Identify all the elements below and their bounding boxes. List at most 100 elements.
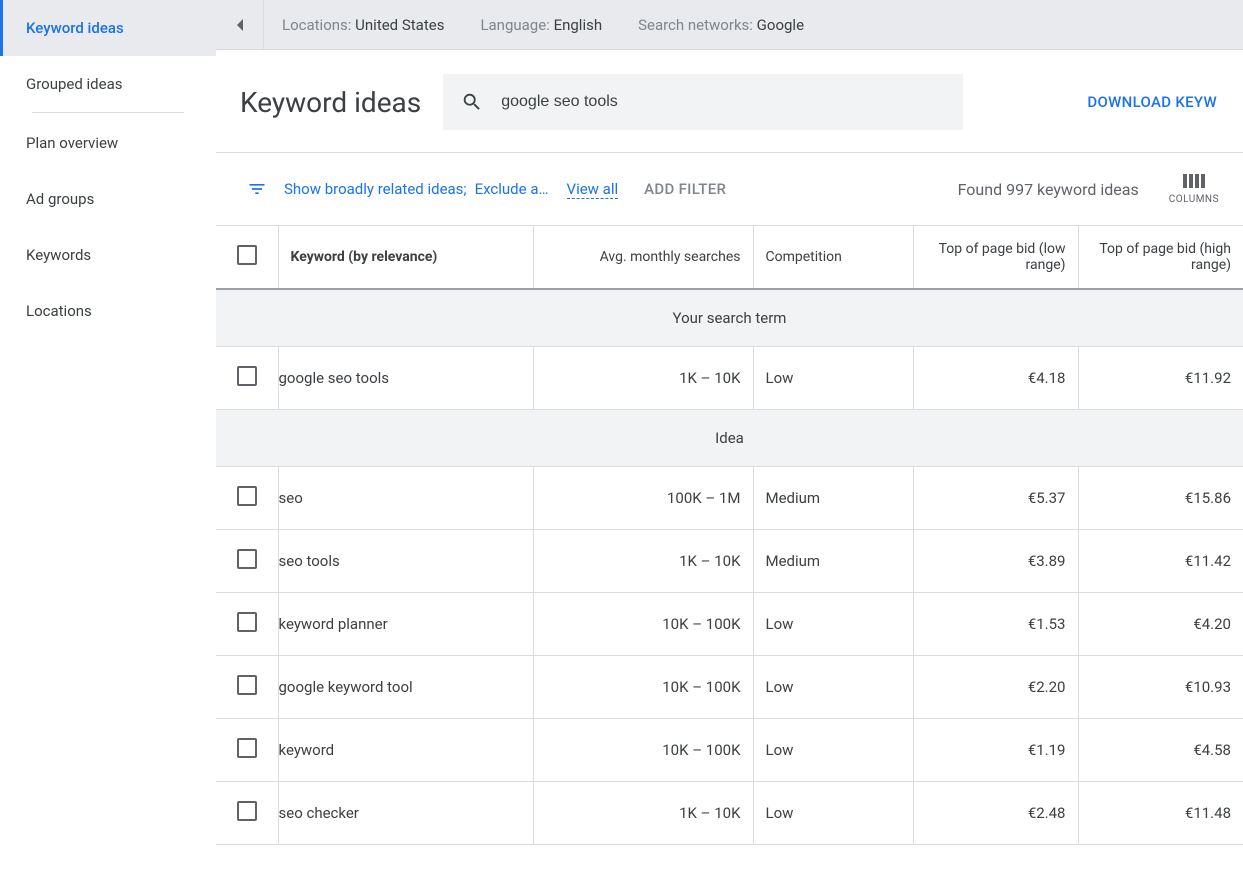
sidebar-item-plan-overview[interactable]: Plan overview: [0, 115, 216, 171]
sidebar-item-locations[interactable]: Locations: [0, 283, 216, 339]
table-row: seo100K – 1MMedium€5.37€15.86: [216, 467, 1243, 530]
columns-label: COLUMNS: [1169, 194, 1219, 205]
cell-bid-low: €3.89: [913, 530, 1078, 593]
row-checkbox[interactable]: [237, 675, 257, 695]
cell-bid-low: €1.19: [913, 719, 1078, 782]
row-checkbox-cell: [216, 782, 278, 845]
filter-chips: Show broadly related ideas; Exclude a… V…: [284, 180, 618, 199]
filter-row: Show broadly related ideas; Exclude a… V…: [216, 152, 1243, 226]
filter-chip-broad[interactable]: Show broadly related ideas;: [284, 180, 467, 198]
cell-bid-high: €4.58: [1078, 719, 1243, 782]
table-row: seo checker1K – 10KLow€2.48€11.48: [216, 782, 1243, 845]
table-row: google keyword tool10K – 100KLow€2.20€10…: [216, 656, 1243, 719]
cell-bid-low: €2.48: [913, 782, 1078, 845]
row-checkbox-cell: [216, 347, 278, 410]
columns-icon: [1183, 174, 1205, 192]
section-label: Your search term: [216, 289, 1243, 347]
filter-icon-wrap: [240, 179, 274, 199]
row-checkbox[interactable]: [237, 486, 257, 506]
networks-label: Search networks:: [638, 16, 753, 34]
table-row: google seo tools1K – 10KLow€4.18€11.92: [216, 347, 1243, 410]
row-checkbox-cell: [216, 530, 278, 593]
header-bid-low[interactable]: Top of page bid (low range): [913, 226, 1078, 289]
cell-searches: 1K – 10K: [533, 782, 753, 845]
networks-selector[interactable]: Search networks: Google: [620, 16, 822, 34]
cell-competition: Low: [753, 656, 913, 719]
cell-bid-low: €1.53: [913, 593, 1078, 656]
sidebar-item-keyword-ideas[interactable]: Keyword ideas: [0, 0, 216, 56]
locations-value: United States: [355, 16, 444, 34]
found-count: Found 997 keyword ideas: [958, 180, 1139, 199]
table-row: keyword10K – 100KLow€1.19€4.58: [216, 719, 1243, 782]
cell-keyword: keyword planner: [278, 593, 533, 656]
header-searches[interactable]: Avg. monthly searches: [533, 226, 753, 289]
chevron-left-icon: [235, 17, 245, 33]
sidebar-item-keywords[interactable]: Keywords: [0, 227, 216, 283]
back-button[interactable]: [216, 0, 264, 50]
cell-keyword: seo: [278, 467, 533, 530]
cell-bid-low: €2.20: [913, 656, 1078, 719]
header-keyword[interactable]: Keyword (by relevance): [278, 226, 533, 289]
table-row: keyword planner10K – 100KLow€1.53€4.20: [216, 593, 1243, 656]
row-checkbox-cell: [216, 467, 278, 530]
search-icon: [461, 91, 483, 113]
section-header: Your search term: [216, 289, 1243, 347]
main-content: Locations: United States Language: Engli…: [216, 0, 1243, 869]
select-all-checkbox[interactable]: [237, 245, 257, 265]
cell-bid-high: €11.42: [1078, 530, 1243, 593]
cell-keyword: keyword: [278, 719, 533, 782]
topbar: Locations: United States Language: Engli…: [216, 0, 1243, 50]
search-box[interactable]: [443, 74, 963, 130]
cell-searches: 1K – 10K: [533, 530, 753, 593]
cell-competition: Low: [753, 593, 913, 656]
cell-keyword: google seo tools: [278, 347, 533, 410]
language-selector[interactable]: Language: English: [462, 16, 620, 34]
cell-searches: 10K – 100K: [533, 593, 753, 656]
locations-selector[interactable]: Locations: United States: [264, 16, 462, 34]
cell-searches: 1K – 10K: [533, 347, 753, 410]
row-checkbox[interactable]: [237, 549, 257, 569]
sidebar-item-grouped-ideas[interactable]: Grouped ideas: [0, 56, 216, 112]
search-input[interactable]: [501, 93, 945, 111]
table-row: seo tools1K – 10KMedium€3.89€11.42: [216, 530, 1243, 593]
cell-keyword: seo checker: [278, 782, 533, 845]
cell-competition: Low: [753, 347, 913, 410]
language-label: Language:: [480, 16, 549, 34]
row-checkbox[interactable]: [237, 801, 257, 821]
cell-bid-low: €4.18: [913, 347, 1078, 410]
keyword-table: Keyword (by relevance) Avg. monthly sear…: [216, 226, 1243, 845]
header-competition[interactable]: Competition: [753, 226, 913, 289]
language-value: English: [554, 16, 603, 34]
page-title: Keyword ideas: [240, 86, 421, 119]
cell-keyword: seo tools: [278, 530, 533, 593]
row-checkbox[interactable]: [237, 738, 257, 758]
cell-competition: Low: [753, 782, 913, 845]
cell-bid-low: €5.37: [913, 467, 1078, 530]
header-checkbox-cell: [216, 226, 278, 289]
row-checkbox[interactable]: [237, 366, 257, 386]
add-filter-button[interactable]: ADD FILTER: [644, 180, 726, 198]
cell-competition: Medium: [753, 530, 913, 593]
locations-label: Locations:: [282, 16, 351, 34]
cell-competition: Medium: [753, 467, 913, 530]
header-bid-high[interactable]: Top of page bid (high range): [1078, 226, 1243, 289]
title-row: Keyword ideas DOWNLOAD KEYW: [216, 50, 1243, 152]
sidebar-item-ad-groups[interactable]: Ad groups: [0, 171, 216, 227]
view-all-link[interactable]: View all: [567, 180, 619, 199]
cell-bid-high: €10.93: [1078, 656, 1243, 719]
cell-searches: 10K – 100K: [533, 719, 753, 782]
section-label: Idea: [216, 410, 1243, 467]
cell-bid-high: €11.48: [1078, 782, 1243, 845]
row-checkbox-cell: [216, 719, 278, 782]
row-checkbox[interactable]: [237, 612, 257, 632]
download-keywords-button[interactable]: DOWNLOAD KEYW: [1087, 93, 1217, 111]
cell-competition: Low: [753, 719, 913, 782]
cell-bid-high: €15.86: [1078, 467, 1243, 530]
columns-button[interactable]: COLUMNS: [1169, 174, 1219, 205]
row-checkbox-cell: [216, 656, 278, 719]
networks-value: Google: [757, 16, 804, 34]
cell-keyword: google keyword tool: [278, 656, 533, 719]
sidebar: Keyword ideas Grouped ideas Plan overvie…: [0, 0, 216, 869]
filter-chip-exclude[interactable]: Exclude a…: [475, 180, 549, 198]
cell-bid-high: €4.20: [1078, 593, 1243, 656]
